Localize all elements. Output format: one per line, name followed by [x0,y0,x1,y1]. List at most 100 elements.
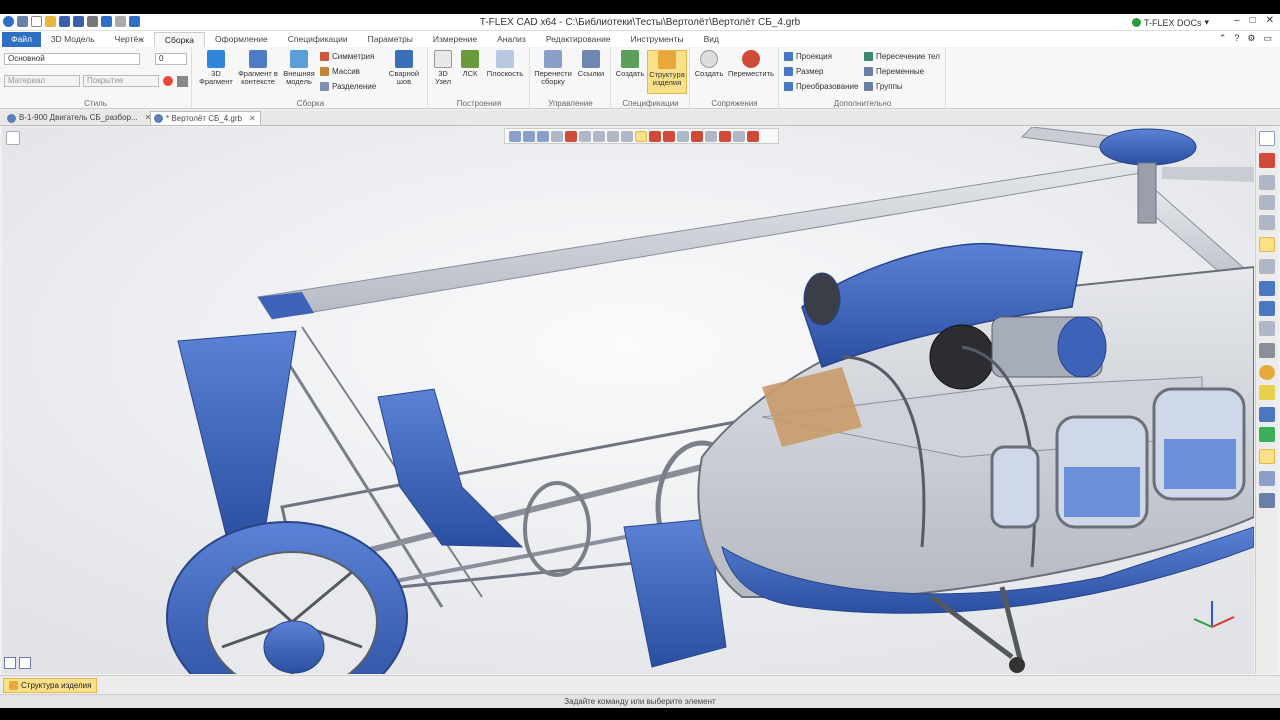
coating-select[interactable]: Покрытие [83,75,159,87]
split-button[interactable]: Разделение [320,82,376,91]
edge-icon[interactable] [621,130,633,142]
size-button[interactable]: Размер [784,67,824,76]
mate-move-button[interactable]: Переместить [726,50,776,78]
array-button[interactable]: Массив [320,67,360,76]
view-split-icon[interactable] [19,657,31,669]
mate-filter-icon[interactable] [719,130,731,142]
color-picker-icon[interactable] [163,76,173,86]
snap-icon[interactable] [551,130,563,142]
tab-edit[interactable]: Редактирование [536,32,621,47]
title-bar: T-FLEX CAD x64 - C:\Библиотеки\Тесты\Вер… [0,14,1280,31]
product-structure-tab[interactable]: Структура изделия [3,678,98,693]
deselect-icon[interactable] [565,130,577,142]
dimension-filter-icon[interactable] [747,130,759,142]
close-button[interactable]: ✕ [1266,15,1274,26]
product-structure-button[interactable]: Структура изделия [647,50,687,94]
links-button[interactable]: Ссылки [575,50,607,78]
loop-filter-icon[interactable] [663,130,675,142]
maximize-button[interactable]: □ [1250,15,1256,26]
filter-icon[interactable] [509,130,521,142]
window-layout-icon[interactable] [1259,131,1275,146]
projection-button[interactable]: Проекция [784,52,832,61]
camera-icon[interactable] [1259,449,1275,464]
view-side-icon[interactable] [1259,321,1275,336]
minimize-button[interactable]: – [1234,15,1240,26]
tflex-docs-icon [1132,18,1141,27]
tab-tools[interactable]: Инструменты [621,32,694,47]
fragment-filter-icon[interactable] [705,130,717,142]
lighting-icon[interactable] [1259,385,1275,400]
transform-button[interactable]: Преобразование [784,82,858,91]
tab-3d-model[interactable]: 3D Модель [41,32,105,47]
zoom-in-icon[interactable] [1259,175,1275,190]
groups-button[interactable]: Группы [864,82,903,91]
body-intersection-label: Пересечение тел [876,52,940,61]
tab-design[interactable]: Оформление [205,32,278,47]
face-filter-icon[interactable] [649,130,661,142]
rotate-icon[interactable] [1259,237,1275,252]
materials-icon[interactable] [1259,365,1275,380]
tab-analysis[interactable]: Анализ [487,32,536,47]
gear-icon[interactable]: ⚙ [1247,33,1255,44]
transform-label: Преобразование [796,82,859,91]
tab-assembly[interactable]: Сборка [153,32,206,47]
node-3d-button[interactable]: 3D Узел [431,50,455,86]
material-select[interactable]: Материал [4,75,80,87]
level-field[interactable]: 0 [155,53,187,65]
mate-create-button[interactable]: Создать [693,50,725,78]
zoom-window-icon[interactable] [1259,195,1275,210]
zoom-out-icon[interactable] [1259,215,1275,230]
pan-icon[interactable] [1259,259,1275,274]
fragment-context-button[interactable]: Фрагмент в контексте [236,50,280,86]
symmetry-button[interactable]: Симметрия [320,52,374,61]
axis-icon[interactable] [593,130,605,142]
minimize-ribbon-icon[interactable]: ⌃ [1219,33,1227,44]
doc-tab-helicopter[interactable]: * Вертолёт СБ_4.grb ✕ [150,111,261,125]
lcs-button[interactable]: ЛСК [457,50,483,78]
close-icon[interactable]: ✕ [249,112,256,126]
variables-button[interactable]: Переменные [864,67,924,76]
fragment-context-icon [249,50,267,68]
view-front-icon[interactable] [1259,281,1275,296]
tab-measure[interactable]: Измерение [423,32,487,47]
point-icon[interactable] [607,130,619,142]
tab-parameters[interactable]: Параметры [358,32,423,47]
external-model-button[interactable]: Внешняя модель [280,50,318,86]
select-window-icon[interactable] [537,130,549,142]
tab-file[interactable]: Файл [2,32,41,47]
section-icon[interactable] [1259,407,1275,422]
help-icon[interactable]: ? [1234,33,1239,44]
magnet-icon[interactable] [1259,153,1275,168]
tab-drawing[interactable]: Чертёж [105,32,154,47]
app-options-icon[interactable]: ▭ [1263,33,1272,44]
tab-specifications[interactable]: Спецификации [278,32,358,47]
view-layout-icon[interactable] [4,657,16,669]
tab-view[interactable]: Вид [694,32,729,47]
explode-icon[interactable] [1259,427,1275,442]
plane-button[interactable]: Плоскость [485,50,525,78]
tflex-docs-button[interactable]: T-FLEX DOCs ▾ [1132,17,1209,28]
doc-tab-engine[interactable]: В-1-900 Двигатель СБ_разбор... ✕ [4,111,155,125]
layers-icon[interactable] [1259,493,1275,508]
operation-filter-icon[interactable] [691,130,703,142]
body-filter-icon[interactable] [635,130,647,142]
render-icon[interactable] [1259,471,1275,486]
element-filter-icon[interactable] [733,130,745,142]
weld-button[interactable]: Сварной шов [386,50,422,86]
spec-create-button[interactable]: Создать [614,50,646,78]
lcs-label: ЛСК [462,69,478,78]
layer-select[interactable]: Основной [4,53,140,65]
body-intersection-button[interactable]: Пересечение тел [864,52,940,61]
fragment-3d-button[interactable]: 3D Фрагмент [196,50,236,86]
view-top-icon[interactable] [1259,301,1275,316]
color-swatch[interactable] [177,76,188,87]
vertex-filter-icon[interactable] [677,130,689,142]
tree-view-icon[interactable] [6,131,20,145]
rebuild-button[interactable]: Перенести сборку [533,50,573,86]
3d-viewport[interactable] [2,127,1254,674]
shading-icon[interactable] [1259,343,1275,358]
select-icon[interactable] [523,130,535,142]
helicopter-3d-model[interactable] [2,127,1254,674]
grid-icon[interactable] [579,130,591,142]
product-structure-tab-label: Структура изделия [21,681,92,690]
